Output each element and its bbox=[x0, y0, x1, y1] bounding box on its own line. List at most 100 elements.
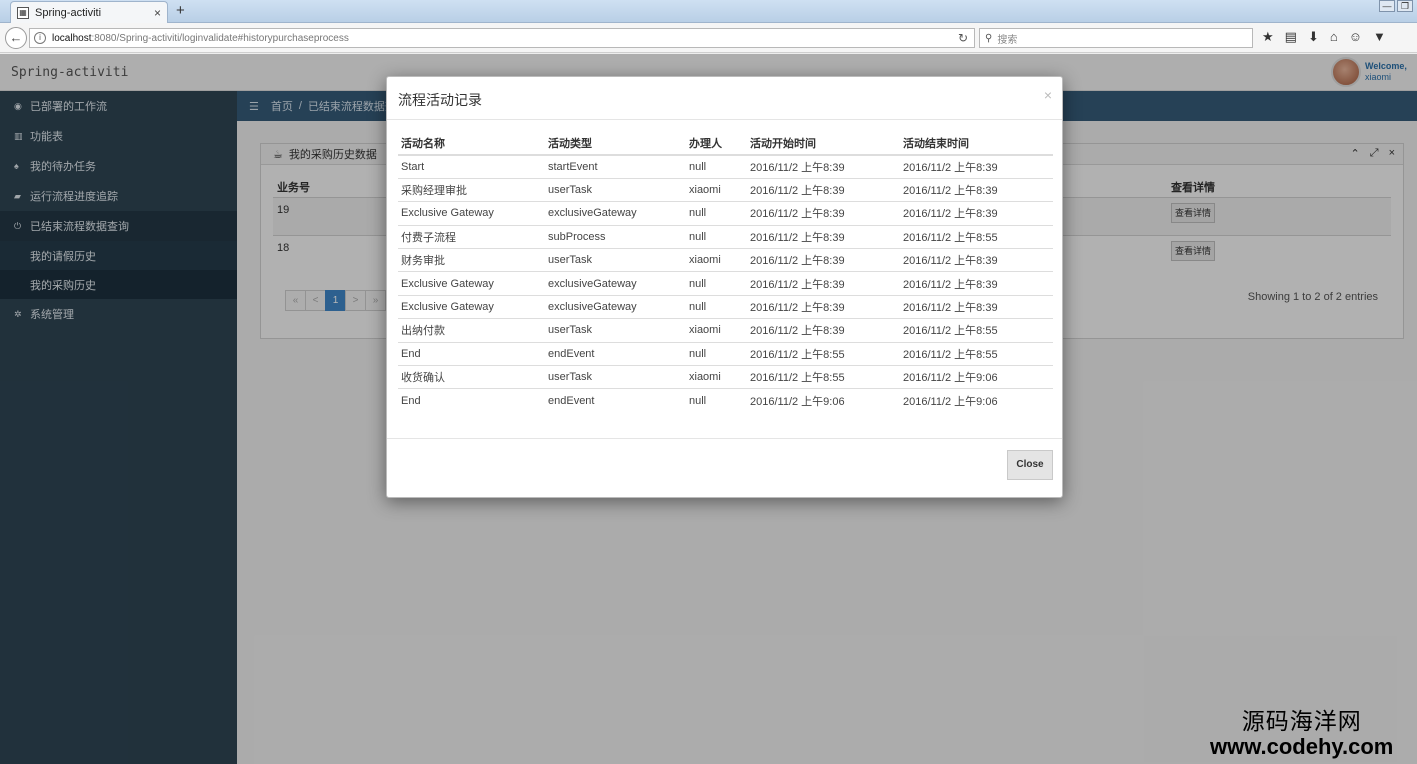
assignee-cell: xiaomi bbox=[686, 318, 747, 343]
column-header-end-time: 活动结束时间 bbox=[900, 131, 1053, 156]
minimize-icon[interactable]: — bbox=[1379, 0, 1395, 12]
activity-name-cell: Exclusive Gateway bbox=[398, 271, 545, 296]
assignee-cell: null bbox=[686, 271, 747, 296]
table-row: 出纳付款 userTask xiaomi 2016/11/2 上午8:39 2016/1… bbox=[398, 318, 1053, 343]
start-time-cell: 2016/11/2 上午8:39 bbox=[747, 201, 900, 226]
table-row: Exclusive Gateway exclusiveGateway null 201… bbox=[398, 201, 1053, 226]
activity-name-cell: 财务审批 bbox=[398, 248, 545, 272]
table-row: Exclusive Gateway exclusiveGateway null 201… bbox=[398, 294, 1053, 319]
assignee-cell: xiaomi bbox=[686, 177, 747, 202]
end-time-cell: 2016/11/2 上午8:39 bbox=[900, 271, 1053, 296]
end-time-cell: 2016/11/2 上午8:39 bbox=[900, 294, 1053, 319]
activity-name-cell: Start bbox=[398, 154, 545, 179]
activity-type-cell: userTask bbox=[545, 248, 686, 272]
activity-name-cell: End bbox=[398, 341, 545, 366]
assignee-cell: null bbox=[686, 388, 747, 413]
modal-footer-divider bbox=[387, 438, 1062, 439]
reading-list-icon[interactable]: ▤ bbox=[1285, 29, 1297, 45]
start-time-cell: 2016/11/2 上午8:39 bbox=[747, 248, 900, 272]
close-icon[interactable]: × bbox=[1044, 87, 1052, 103]
activity-name-cell: 出纳付款 bbox=[398, 318, 545, 343]
activity-table-body: Start startEvent null 2016/11/2 上午8:39 2016/… bbox=[398, 154, 1053, 413]
table-row: 财务审批 userTask xiaomi 2016/11/2 上午8:39 2016/1… bbox=[398, 248, 1053, 272]
assignee-cell: null bbox=[686, 341, 747, 366]
assignee-cell: xiaomi bbox=[686, 365, 747, 389]
back-arrow-icon[interactable]: ← bbox=[5, 27, 27, 49]
activity-record-modal: 流程活动记录 × 活动名称 活动类型 办理人 活动开始时间 活动结束时间 Sta… bbox=[386, 76, 1063, 498]
activity-type-cell: exclusiveGateway bbox=[545, 294, 686, 319]
start-time-cell: 2016/11/2 上午8:39 bbox=[747, 294, 900, 319]
start-time-cell: 2016/11/2 上午8:39 bbox=[747, 318, 900, 343]
end-time-cell: 2016/11/2 上午8:39 bbox=[900, 248, 1053, 272]
search-placeholder: 搜索 bbox=[997, 34, 1018, 46]
end-time-cell: 2016/11/2 上午9:06 bbox=[900, 388, 1053, 413]
url-host: localhost bbox=[52, 32, 92, 44]
browser-nav-bar: ← i localhost :8080/Spring-activiti/logi… bbox=[0, 23, 1417, 53]
tab-title: Spring-activiti bbox=[35, 6, 102, 19]
url-path: :8080/Spring-activiti/loginvalidate#hist… bbox=[91, 32, 349, 44]
activity-type-cell: userTask bbox=[545, 177, 686, 202]
window-controls: — ❐ bbox=[1379, 0, 1413, 12]
table-row: 付费子流程 subProcess null 2016/11/2 上午8:39 2016/… bbox=[398, 224, 1053, 249]
hello-icon[interactable]: ☺ bbox=[1349, 29, 1362, 45]
table-row: End endEvent null 2016/11/2 上午8:55 2016/11/2… bbox=[398, 341, 1053, 366]
search-input[interactable]: ⚲ 搜索 bbox=[979, 28, 1253, 48]
close-button[interactable]: Close bbox=[1007, 450, 1053, 480]
end-time-cell: 2016/11/2 上午8:39 bbox=[900, 201, 1053, 226]
address-bar[interactable]: i localhost :8080/Spring-activiti/loginv… bbox=[29, 28, 975, 48]
activity-name-cell: 付费子流程 bbox=[398, 224, 545, 249]
pocket-icon[interactable]: ▼ bbox=[1373, 29, 1386, 45]
info-icon[interactable]: i bbox=[34, 32, 46, 44]
start-time-cell: 2016/11/2 上午8:39 bbox=[747, 154, 900, 179]
table-row: 收货确认 userTask xiaomi 2016/11/2 上午8:55 2016/1… bbox=[398, 365, 1053, 389]
activity-type-cell: endEvent bbox=[545, 341, 686, 366]
search-icon: ⚲ bbox=[985, 32, 993, 44]
activity-type-cell: startEvent bbox=[545, 154, 686, 179]
activity-name-cell: 采购经理审批 bbox=[398, 177, 545, 202]
reload-icon[interactable]: ↻ bbox=[958, 31, 968, 45]
modal-title: 流程活动记录 bbox=[398, 92, 482, 108]
restore-icon[interactable]: ❐ bbox=[1397, 0, 1413, 12]
watermark: 源码海洋网 www.codehy.com bbox=[1210, 708, 1393, 760]
start-time-cell: 2016/11/2 上午8:39 bbox=[747, 224, 900, 249]
download-icon[interactable]: ⬇ bbox=[1308, 29, 1319, 45]
assignee-cell: null bbox=[686, 201, 747, 226]
start-time-cell: 2016/11/2 上午8:55 bbox=[747, 341, 900, 366]
assignee-cell: null bbox=[686, 154, 747, 179]
column-header-activity-type: 活动类型 bbox=[545, 131, 686, 156]
assignee-cell: null bbox=[686, 224, 747, 249]
end-time-cell: 2016/11/2 上午8:55 bbox=[900, 341, 1053, 366]
activity-type-cell: exclusiveGateway bbox=[545, 271, 686, 296]
start-time-cell: 2016/11/2 上午9:06 bbox=[747, 388, 900, 413]
browser-tab[interactable]: ▦ Spring-activiti × bbox=[10, 1, 168, 23]
start-time-cell: 2016/11/2 上午8:39 bbox=[747, 271, 900, 296]
end-time-cell: 2016/11/2 上午9:06 bbox=[900, 365, 1053, 389]
start-time-cell: 2016/11/2 上午8:55 bbox=[747, 365, 900, 389]
new-tab-button[interactable]: + bbox=[176, 2, 185, 19]
column-header-activity-name: 活动名称 bbox=[398, 131, 545, 156]
favicon-icon: ▦ bbox=[17, 6, 29, 19]
table-row: 采购经理审批 userTask xiaomi 2016/11/2 上午8:39 2016… bbox=[398, 177, 1053, 202]
activity-type-cell: subProcess bbox=[545, 224, 686, 249]
modal-header: 流程活动记录 × bbox=[387, 77, 1062, 120]
column-header-start-time: 活动开始时间 bbox=[747, 131, 900, 156]
activity-name-cell: Exclusive Gateway bbox=[398, 201, 545, 226]
activity-name-cell: End bbox=[398, 388, 545, 413]
end-time-cell: 2016/11/2 上午8:39 bbox=[900, 154, 1053, 179]
watermark-line-1: 源码海洋网 bbox=[1241, 708, 1362, 734]
assignee-cell: xiaomi bbox=[686, 248, 747, 272]
end-time-cell: 2016/11/2 上午8:55 bbox=[900, 318, 1053, 343]
bookmark-star-icon[interactable]: ★ bbox=[1262, 29, 1274, 45]
end-time-cell: 2016/11/2 上午8:39 bbox=[900, 177, 1053, 202]
end-time-cell: 2016/11/2 上午8:55 bbox=[900, 224, 1053, 249]
home-icon[interactable]: ⌂ bbox=[1330, 29, 1338, 45]
activity-type-cell: endEvent bbox=[545, 388, 686, 413]
table-header-row: 活动名称 活动类型 办理人 活动开始时间 活动结束时间 bbox=[398, 131, 1053, 156]
column-header-assignee: 办理人 bbox=[686, 131, 747, 156]
watermark-line-2: www.codehy.com bbox=[1210, 734, 1394, 759]
activity-table: 活动名称 活动类型 办理人 活动开始时间 活动结束时间 Start startEv… bbox=[398, 131, 1053, 413]
browser-toolbar-icons: ★ ▤ ⬇ ⌂ ☺ ▼ bbox=[1262, 29, 1386, 45]
start-time-cell: 2016/11/2 上午8:39 bbox=[747, 177, 900, 202]
activity-name-cell: Exclusive Gateway bbox=[398, 294, 545, 319]
tab-close-icon[interactable]: × bbox=[154, 6, 161, 20]
